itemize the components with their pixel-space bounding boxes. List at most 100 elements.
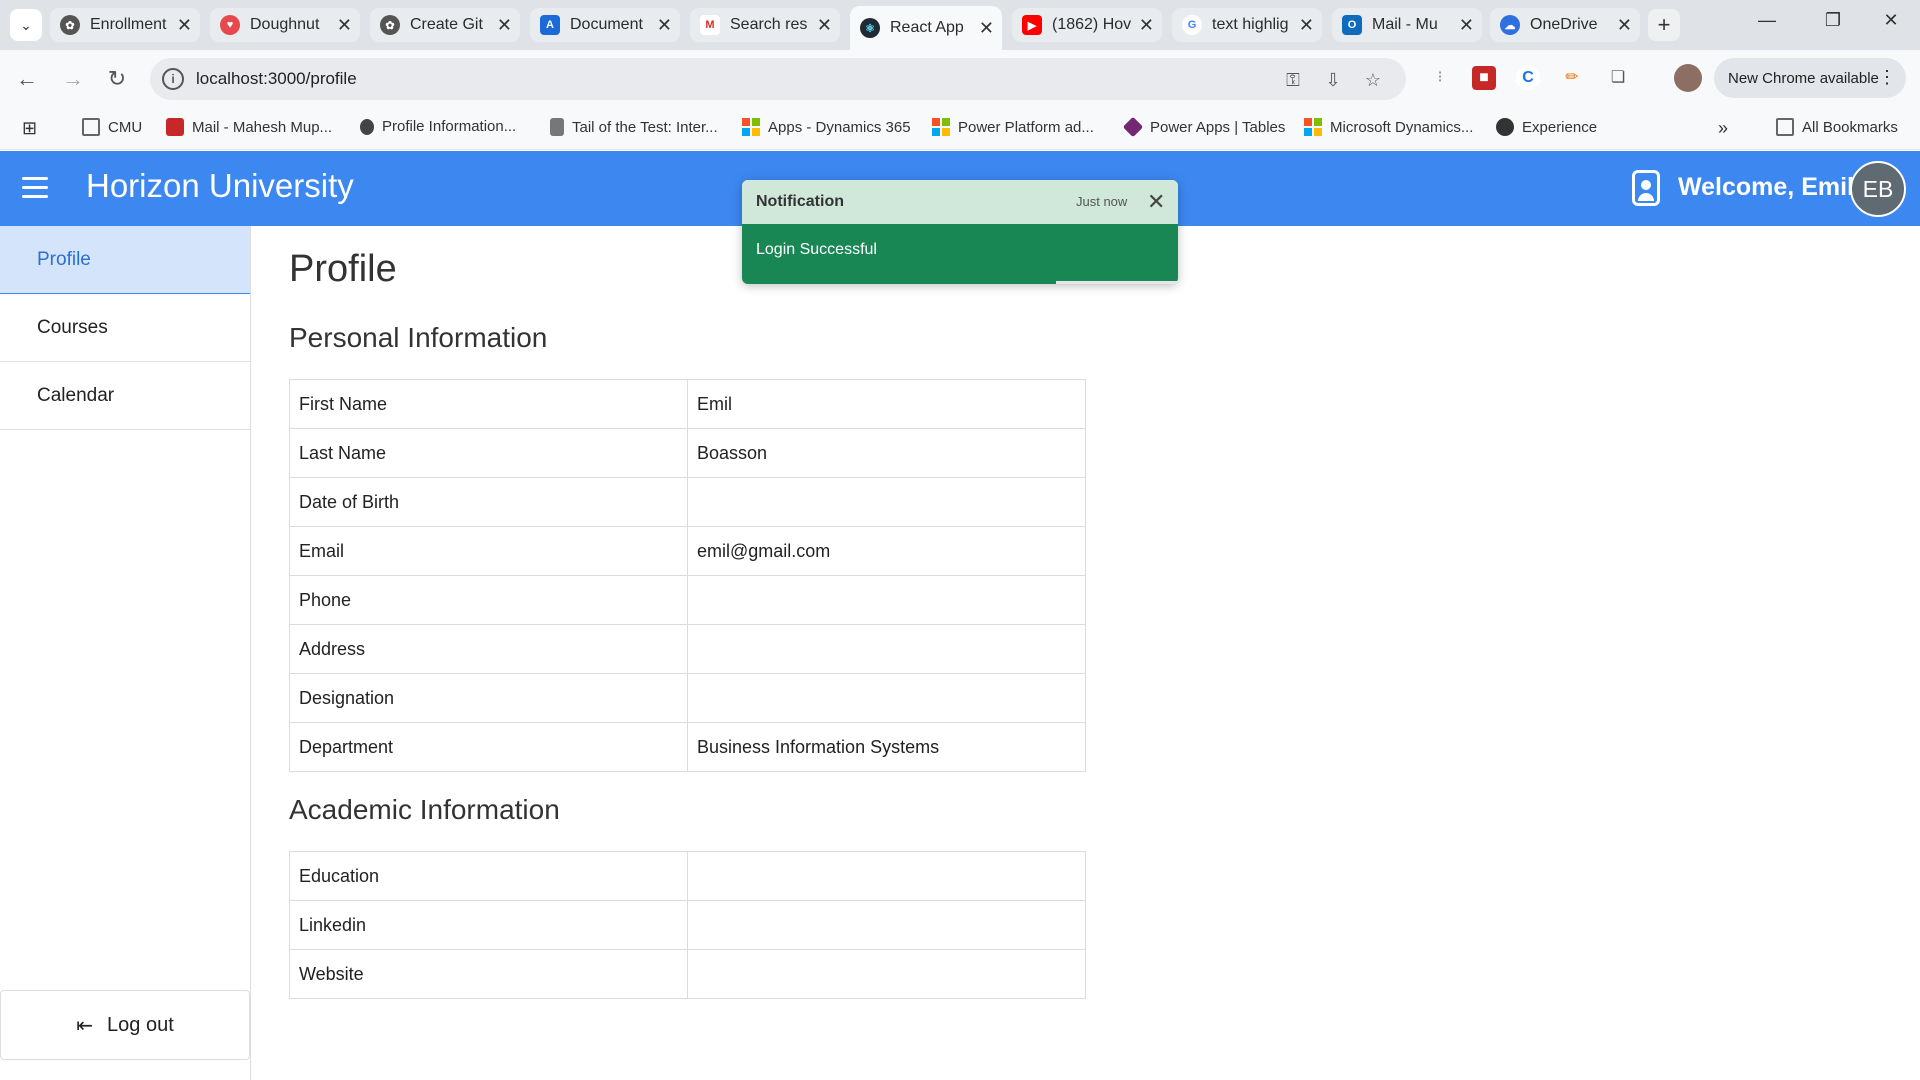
browser-tab[interactable]: G text highlig ✕ <box>1172 8 1322 42</box>
field-value <box>687 851 1086 901</box>
close-tab-icon[interactable]: ✕ <box>497 15 512 36</box>
bookmark-item[interactable]: Tail of the Test: Inter... <box>550 118 718 136</box>
password-key-icon[interactable]: ⚿ <box>1282 69 1304 91</box>
new-chrome-button[interactable]: New Chrome available ⋮ <box>1714 58 1906 98</box>
apps-grid-icon[interactable]: ⊞ <box>22 118 37 139</box>
table-row: Department Business Information Systems <box>289 722 1086 772</box>
react-icon: ⚛ <box>860 18 880 38</box>
browser-tab[interactable]: O Mail - Mu ✕ <box>1332 8 1482 42</box>
field-label: Department <box>289 722 688 772</box>
logout-icon: ⇤ <box>76 1014 94 1037</box>
bookmark-star-icon[interactable]: ☆ <box>1362 69 1384 91</box>
close-tab-icon[interactable]: ✕ <box>1299 15 1314 36</box>
browser-tab[interactable]: ▶ (1862) Hov ✕ <box>1012 8 1162 42</box>
field-value <box>687 624 1086 674</box>
user-avatar[interactable]: EB <box>1850 161 1906 217</box>
restore-icon[interactable]: ❐ <box>1818 10 1848 31</box>
reload-icon[interactable]: ↻ <box>102 64 132 94</box>
sidebar-item-courses[interactable]: Courses <box>0 294 250 362</box>
openai-icon: ✿ <box>60 15 80 35</box>
install-app-icon[interactable]: ⇩ <box>1322 69 1344 91</box>
sidebar-item-profile[interactable]: Profile <box>0 226 250 294</box>
close-tab-icon[interactable]: ✕ <box>1139 15 1154 36</box>
microsoft-icon <box>742 118 760 136</box>
table-row: Website <box>289 949 1086 999</box>
logout-label: Log out <box>107 1013 174 1036</box>
site-info-icon[interactable]: i <box>162 68 184 90</box>
bookmark-item[interactable]: Mail - Mahesh Mup... <box>166 118 332 136</box>
close-tab-icon[interactable]: ✕ <box>337 15 352 36</box>
bookmark-label: Power Apps | Tables <box>1150 118 1286 136</box>
browser-toolbar: ← → ↻ i localhost:3000/profile ⚿ ⇩ ☆ ⁝ ■… <box>0 50 1920 108</box>
tab-title: Doughnut <box>250 16 320 33</box>
close-tab-icon[interactable]: ✕ <box>1617 15 1632 36</box>
globe-icon <box>1496 118 1514 136</box>
tab-title: Create Git <box>410 16 483 33</box>
bookmark-item[interactable]: Apps - Dynamics 365 <box>742 118 911 136</box>
browser-tab[interactable]: ☁ OneDrive ✕ <box>1490 8 1640 42</box>
tab-search-dropdown-icon[interactable]: ⌄ <box>10 9 42 41</box>
bookmark-item[interactable]: Profile Information... <box>360 118 516 135</box>
field-value: emil@gmail.com <box>687 526 1086 576</box>
sidebar-item-calendar[interactable]: Calendar <box>0 362 250 430</box>
profile-avatar-icon[interactable] <box>1674 64 1702 92</box>
hamburger-menu-icon[interactable] <box>22 177 48 199</box>
close-icon[interactable]: ✕ <box>1147 189 1165 215</box>
sidebar-item-label: Courses <box>37 316 108 338</box>
browser-tab[interactable]: M Search res ✕ <box>690 8 840 42</box>
extensions-puzzle-icon[interactable]: ❏ <box>1606 66 1630 90</box>
heart-icon: ♥ <box>220 15 240 35</box>
new-tab-button[interactable]: + <box>1648 9 1680 41</box>
close-tab-icon[interactable]: ✕ <box>979 18 994 39</box>
bookmarks-bar: ⊞ CMU Mail - Mahesh Mup... Profile Infor… <box>0 108 1920 150</box>
close-window-icon[interactable]: ✕ <box>1876 10 1906 31</box>
table-row: Linkedin <box>289 900 1086 950</box>
bookmark-item[interactable]: Experience <box>1496 118 1597 136</box>
back-icon[interactable]: ← <box>12 64 42 94</box>
all-bookmarks-item[interactable]: All Bookmarks <box>1776 118 1898 136</box>
bookmark-item[interactable]: CMU <box>82 118 142 136</box>
bookmark-label: Experience <box>1522 118 1598 136</box>
folder-icon <box>1776 118 1794 136</box>
address-bar[interactable]: i localhost:3000/profile ⚿ ⇩ ☆ <box>150 58 1406 100</box>
field-value <box>687 949 1086 999</box>
welcome-text: Welcome, Emil <box>1678 173 1854 201</box>
apple-icon <box>360 118 374 135</box>
browser-tab[interactable]: ♥ Doughnut ✕ <box>210 8 360 42</box>
close-tab-icon[interactable]: ✕ <box>657 15 672 36</box>
sidebar: Profile Courses Calendar ⇤ Log out <box>0 226 251 1080</box>
minimize-icon[interactable]: — <box>1752 10 1782 31</box>
close-tab-icon[interactable]: ✕ <box>817 15 832 36</box>
tab-title: React App <box>890 19 964 36</box>
extension-icon[interactable]: ■ <box>1472 66 1496 90</box>
toast-time: Just now <box>1076 194 1128 209</box>
mail-icon <box>166 118 184 136</box>
browser-tab[interactable]: ✿ Enrollment ✕ <box>50 8 200 42</box>
url-text[interactable]: localhost:3000/profile <box>196 69 357 89</box>
browser-tab[interactable]: A Document ✕ <box>530 8 680 42</box>
bookmark-item[interactable]: Power Platform ad... <box>932 118 1094 136</box>
sidebar-item-label: Profile <box>37 248 91 270</box>
field-value: Boasson <box>687 428 1086 478</box>
forward-icon[interactable]: → <box>58 64 88 94</box>
bookmark-item[interactable]: Power Apps | Tables <box>1122 116 1286 138</box>
browser-tab-active[interactable]: ⚛ React App ✕ <box>850 6 1002 50</box>
toast-header: Notification Just now ✕ <box>742 180 1178 224</box>
bookmark-item[interactable]: Microsoft Dynamics... <box>1304 118 1473 136</box>
bookmark-label: Tail of the Test: Inter... <box>572 118 718 136</box>
extension-icon[interactable]: C <box>1516 66 1540 90</box>
extension-icon[interactable]: ✏ <box>1560 66 1584 90</box>
browser-tab-strip: ⌄ ✿ Enrollment ✕ ♥ Doughnut ✕ ✿ Create G… <box>0 0 1920 50</box>
table-row: Email emil@gmail.com <box>289 526 1086 576</box>
table-row: Phone <box>289 575 1086 625</box>
sidebar-item-label: Calendar <box>37 384 115 406</box>
onedrive-icon: ☁ <box>1500 15 1520 35</box>
close-tab-icon[interactable]: ✕ <box>177 15 192 36</box>
close-tab-icon[interactable]: ✕ <box>1459 15 1474 36</box>
menu-dots-icon[interactable]: ⋮ <box>1878 67 1896 88</box>
browser-tab[interactable]: ✿ Create Git ✕ <box>370 8 520 42</box>
extension-icon[interactable]: ⁝ <box>1428 66 1452 90</box>
more-bookmarks-icon[interactable]: » <box>1718 118 1728 139</box>
table-row: First Name Emil <box>289 379 1086 429</box>
logout-button[interactable]: ⇤ Log out <box>0 990 250 1060</box>
